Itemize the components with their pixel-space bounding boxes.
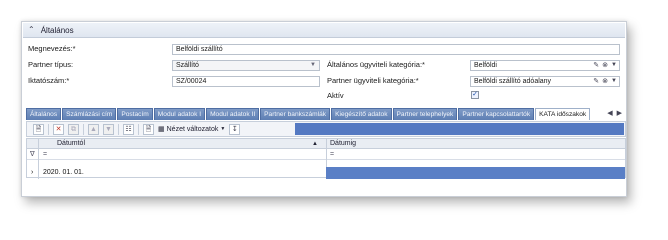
toolbar-divider (118, 123, 119, 135)
row-indicator-icon: › (31, 169, 34, 176)
registry-value: SZ/00024 (176, 78, 207, 85)
copy-record-icon[interactable]: ⧉ (68, 123, 79, 135)
active-checkbox[interactable]: ✓ (471, 91, 479, 99)
edit-pencil-icon[interactable]: ✎ (593, 61, 599, 70)
partner-type-label: Partner típus: (28, 60, 74, 69)
toolbar-divider (83, 123, 84, 135)
tab-altalanos[interactable]: Általános (26, 108, 62, 120)
tab-scroll-nav: ◀ ▶ (607, 108, 622, 120)
column-header-to[interactable]: Dátumig (330, 139, 356, 149)
tab-partner-bankszamlak[interactable]: Partner bankszámlák (260, 108, 331, 120)
dropdown-arrow-icon[interactable]: ▼ (611, 77, 617, 86)
document-icon[interactable]: 🗎 (143, 123, 154, 135)
kata-periods-grid: Dátumtól ▲ Dátumig ∇ = = › 2020. 01. 01. (26, 138, 626, 179)
partner-type-value: Szállító (176, 62, 199, 69)
view-variants-label: Nézet változatok (166, 125, 219, 133)
partner-category-window: ⌃ Általános Megnevezés:* Belföldi szállí… (21, 21, 627, 197)
cell-to-selected[interactable] (326, 167, 625, 179)
registry-label: Iktatószám:* (28, 76, 70, 85)
column-divider (326, 139, 327, 167)
tab-scroll-left-icon[interactable]: ◀ (607, 108, 612, 120)
tab-modul-adatok-1[interactable]: Modul adatok I (153, 108, 206, 120)
registry-input[interactable]: SZ/00024 (172, 76, 320, 87)
dropdown-arrow-icon[interactable]: ▼ (611, 61, 617, 70)
sort-asc-icon[interactable]: ▲ (312, 139, 318, 149)
toolbar-highlight-bar (295, 123, 624, 135)
row-indicator-divider (38, 139, 39, 179)
filter-icon[interactable]: ∇ (30, 149, 35, 160)
move-up-icon[interactable]: ▲ (88, 123, 99, 135)
toolbar-divider (48, 123, 49, 135)
grid-toolbar: 🗎 ✕ ⧉ ▲ ▼ ☷ 🗎 ▦ Nézet változatok ▼ ↧ (26, 121, 626, 137)
name-label: Megnevezés:* (28, 44, 76, 53)
general-category-label: Általános ügyviteli kategória:* (327, 60, 425, 69)
export-menu-icon[interactable]: ☷ (123, 123, 134, 135)
table-row[interactable]: › 2020. 01. 01. (27, 167, 625, 179)
tab-kata-idoszakok[interactable]: KATA időszakok (535, 108, 591, 120)
section-header[interactable]: ⌃ Általános (23, 23, 625, 38)
new-record-icon[interactable]: 🗎 (33, 123, 44, 135)
tab-postacim[interactable]: Postacím (117, 108, 153, 120)
chevron-down-icon: ▼ (220, 126, 226, 132)
column-header-from[interactable]: Dátumtól (57, 139, 85, 149)
filter-to-input[interactable]: = (330, 149, 334, 160)
cell-from[interactable]: 2020. 01. 01. (43, 167, 84, 179)
tab-partner-kapcsolattartok[interactable]: Partner kapcsolattartók (458, 108, 535, 120)
partner-category-value: Belföldi szállító adóalany (474, 78, 552, 85)
general-category-value: Belföldi (474, 62, 497, 69)
download-icon[interactable]: ↧ (229, 123, 241, 135)
tab-partner-telephelyek[interactable]: Partner telephelyek (392, 108, 458, 120)
partner-type-select[interactable]: Szállító ▼ (172, 60, 320, 71)
tab-strip: Általános Számlázási cím Postacím Modul … (26, 108, 626, 120)
collapse-chevron-icon[interactable]: ⌃ (28, 26, 35, 34)
partner-category-select[interactable]: Belföldi szállító adóalany ✎ ⊗ ▼ (470, 76, 620, 87)
clear-icon[interactable]: ⊗ (602, 77, 608, 86)
filter-from-input[interactable]: = (43, 149, 47, 160)
active-label: Aktív (327, 91, 344, 100)
dropdown-arrow-icon[interactable]: ▼ (310, 61, 316, 70)
move-down-icon[interactable]: ▼ (103, 123, 114, 135)
clear-icon[interactable]: ⊗ (602, 61, 608, 70)
tab-modul-adatok-2[interactable]: Modul adatok II (206, 108, 260, 120)
general-category-select[interactable]: Belföldi ✎ ⊗ ▼ (470, 60, 620, 71)
tab-szamlazasi-cim[interactable]: Számlázási cím (62, 108, 117, 120)
name-value: Belföldi szállító (176, 46, 223, 53)
view-variants-icon: ▦ (158, 126, 165, 133)
delete-record-icon[interactable]: ✕ (53, 123, 64, 135)
view-variants-button[interactable]: ▦ Nézet változatok ▼ (158, 125, 226, 134)
partner-category-label: Partner ügyviteli kategória:* (327, 76, 419, 85)
name-input[interactable]: Belföldi szállító (172, 44, 620, 55)
tab-kiegeszito-adatok[interactable]: Kiegészítő adatok (331, 108, 392, 120)
tab-scroll-right-icon[interactable]: ▶ (617, 108, 622, 120)
section-title: Általános (40, 25, 74, 35)
edit-pencil-icon[interactable]: ✎ (593, 77, 599, 86)
toolbar-divider (138, 123, 139, 135)
